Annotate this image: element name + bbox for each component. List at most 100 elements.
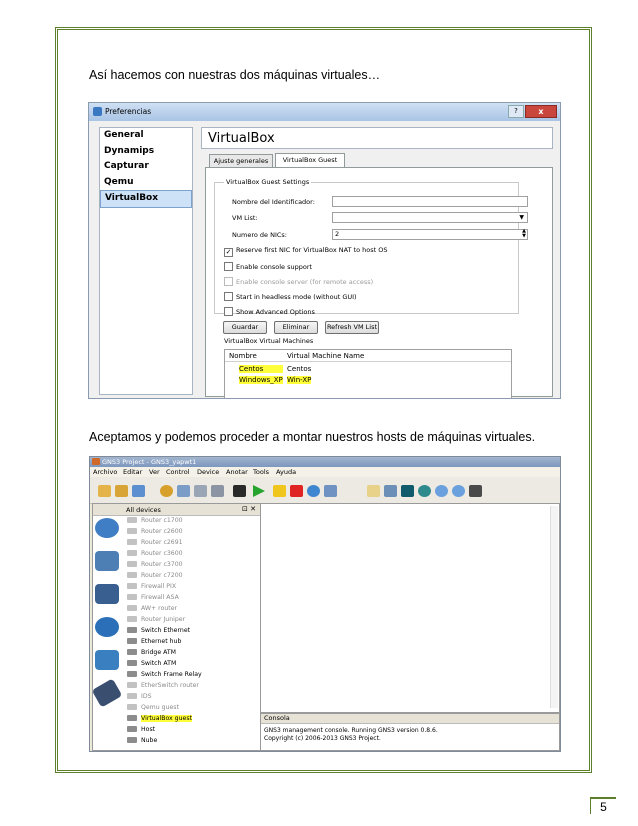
delete-button[interactable]: Eliminar — [274, 321, 318, 334]
device-item[interactable]: Router Juniper — [127, 616, 185, 623]
nics-stepper[interactable]: 2 ▲ ▼ — [332, 229, 528, 240]
devices-panel-header: All devices ⊡ ✕ — [93, 504, 260, 516]
topology-canvas[interactable] — [260, 503, 560, 713]
menu-bar: Archivo Editar Ver Control Device Anotar… — [90, 467, 560, 477]
device-label: Router c3700 — [141, 561, 183, 568]
device-item[interactable]: Ethernet hub — [127, 638, 181, 645]
device-icon — [127, 715, 137, 721]
device-item[interactable]: Host — [127, 726, 155, 733]
checkbox-label: Enable console server (for remote access… — [236, 278, 374, 286]
device-item[interactable]: Qemu guest — [127, 704, 179, 711]
console-all-icon[interactable] — [211, 485, 224, 497]
vertical-scrollbar[interactable] — [550, 506, 558, 708]
sidebar-item-dynamips[interactable]: Dynamips — [100, 144, 192, 160]
routers-category-icon[interactable] — [95, 518, 119, 538]
draw-rectangle-icon[interactable] — [401, 485, 414, 497]
device-label: Router c1700 — [141, 517, 183, 524]
add-link-category-icon[interactable] — [91, 678, 123, 708]
sidebar-item-virtualbox[interactable]: VirtualBox — [100, 190, 192, 208]
checkbox-icon[interactable] — [224, 292, 233, 301]
draw-ellipse-icon[interactable] — [418, 485, 431, 497]
save-project-icon[interactable] — [132, 485, 145, 497]
menu-ayuda[interactable]: Ayuda — [276, 468, 296, 476]
table-row[interactable]: Centos Centos — [239, 365, 311, 373]
device-item[interactable]: AW+ router — [127, 605, 177, 612]
refresh-vm-list-button[interactable]: Refresh VM List — [325, 321, 379, 334]
checkbox-icon[interactable] — [224, 307, 233, 316]
insert-picture-icon[interactable] — [384, 485, 397, 497]
device-item[interactable]: Bridge ATM — [127, 649, 176, 656]
sidebar-item-general[interactable]: General — [100, 128, 192, 144]
zoom-out-icon[interactable] — [452, 485, 465, 497]
menu-control[interactable]: Control — [166, 468, 190, 476]
device-item[interactable]: Router c1700 — [127, 517, 183, 524]
devices-panel: All devices ⊡ ✕ Router c1700 Router c2600… — [91, 503, 261, 751]
device-item[interactable]: Router c3700 — [127, 561, 183, 568]
checkbox-label: Enable console support — [236, 263, 313, 271]
import-export-icon[interactable] — [177, 485, 190, 497]
help-button[interactable]: ? — [508, 105, 524, 118]
open-project-icon[interactable] — [115, 485, 128, 497]
device-label: Qemu guest — [141, 704, 179, 711]
console-panel: Consola GNS3 management console. Running… — [260, 713, 560, 751]
checkbox-reserve-nic[interactable]: ✓ Reserve first NIC for VirtualBox NAT to… — [224, 246, 388, 257]
device-item[interactable]: Router c2691 — [127, 539, 183, 546]
device-item[interactable]: Nube — [127, 737, 157, 744]
page-number: 5 — [590, 797, 616, 814]
all-devices-category-icon[interactable] — [95, 650, 119, 670]
section-heading: VirtualBox — [201, 127, 553, 149]
start-all-icon[interactable] — [253, 485, 265, 497]
stepper-arrows-icon[interactable]: ▲ ▼ — [522, 229, 526, 239]
zoom-in-icon[interactable] — [435, 485, 448, 497]
menu-ver[interactable]: Ver — [149, 468, 160, 476]
checkbox-advanced[interactable]: Show Advanced Options — [224, 307, 315, 316]
panel-float-close-icon[interactable]: ⊡ ✕ — [242, 505, 256, 513]
device-item[interactable]: Router c3600 — [127, 550, 183, 557]
show-interface-labels-icon[interactable] — [194, 485, 207, 497]
save-button[interactable]: Guardar — [223, 321, 267, 334]
menu-device[interactable]: Device — [197, 468, 219, 476]
device-item[interactable]: Router c7200 — [127, 572, 183, 579]
device-item[interactable]: VirtualBox guest — [127, 715, 192, 722]
checkbox-checked-icon[interactable]: ✓ — [224, 248, 233, 257]
table-row[interactable]: Windows_XP Win-XP — [239, 376, 312, 384]
close-button[interactable]: x — [525, 105, 557, 118]
stop-all-icon[interactable] — [290, 485, 303, 497]
checkbox-headless[interactable]: Start in headless mode (without GUI) — [224, 292, 357, 301]
sidebar-item-qemu[interactable]: Qemu — [100, 175, 192, 191]
device-item[interactable]: Firewall PIX — [127, 583, 176, 590]
vmlist-select[interactable]: ▼ — [332, 212, 528, 223]
device-item[interactable]: Switch Frame Relay — [127, 671, 202, 678]
menu-archivo[interactable]: Archivo — [93, 468, 117, 476]
snapshot-icon[interactable] — [160, 485, 173, 497]
device-item[interactable]: Router c2600 — [127, 528, 183, 535]
sidebar-item-capturar[interactable]: Capturar — [100, 159, 192, 175]
vm-row-vmname: Win-XP — [287, 376, 312, 384]
reload-all-icon[interactable] — [307, 485, 320, 497]
checkbox-icon[interactable] — [224, 262, 233, 271]
switches-category-icon[interactable] — [95, 551, 119, 571]
device-icon — [127, 583, 137, 589]
menu-editar[interactable]: Editar — [123, 468, 142, 476]
vmlist-label: VM List: — [232, 214, 258, 222]
menu-anotar[interactable]: Anotar — [226, 468, 248, 476]
vm-row-name: Windows_XP — [239, 376, 283, 384]
gns3-app-icon — [92, 458, 100, 465]
identifier-input[interactable] — [332, 196, 528, 207]
device-item[interactable]: Switch ATM — [127, 660, 176, 667]
screenshot-camera-icon[interactable] — [469, 485, 482, 497]
terminal-icon[interactable] — [233, 485, 246, 497]
device-item[interactable]: Firewall ASA — [127, 594, 179, 601]
end-devices-category-icon[interactable] — [95, 584, 119, 604]
vm-table: Nombre Virtual Machine Name Centos Centos… — [224, 349, 512, 398]
device-item[interactable]: EtherSwitch router — [127, 682, 199, 689]
device-item[interactable]: Switch Ethernet — [127, 627, 190, 634]
menu-tools[interactable]: Tools — [253, 468, 269, 476]
virtualbox-cube-icon[interactable] — [324, 485, 337, 497]
add-note-icon[interactable] — [367, 485, 380, 497]
device-item[interactable]: IDS — [127, 693, 152, 700]
checkbox-console-support[interactable]: Enable console support — [224, 262, 312, 271]
security-devices-category-icon[interactable] — [95, 617, 119, 637]
new-project-icon[interactable] — [98, 485, 111, 497]
suspend-all-icon[interactable] — [273, 485, 286, 497]
